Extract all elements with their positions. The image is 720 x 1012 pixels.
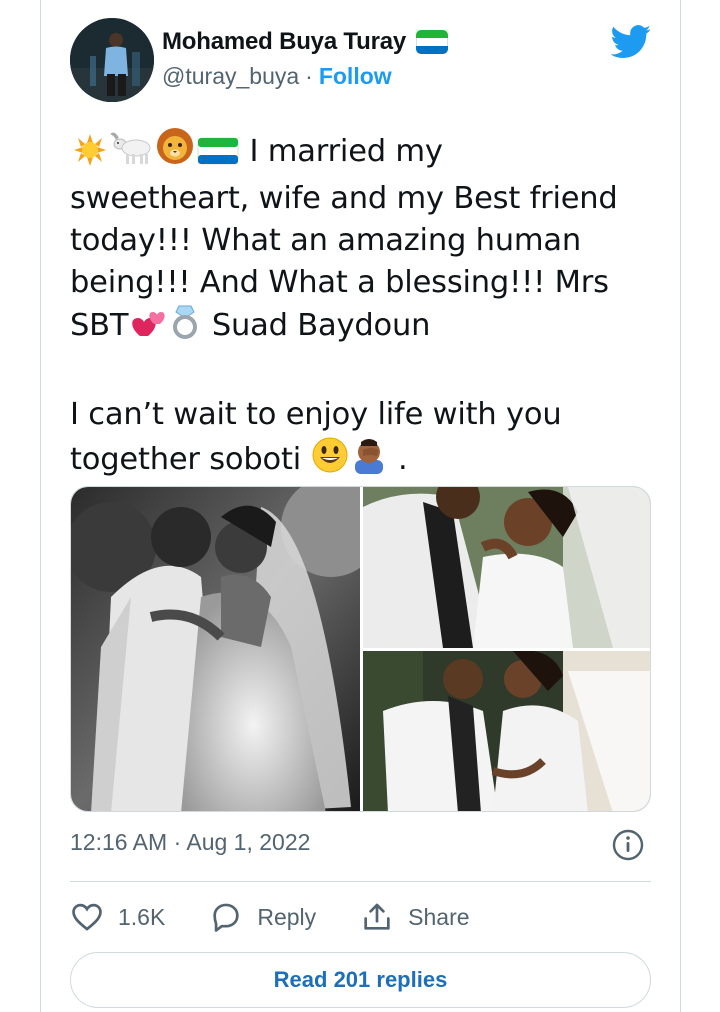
tweet-line-7-prefix: together soboti [70,442,311,477]
two-hearts-emoji [128,308,168,352]
tweet-line-5-suffix: Suad Baydoun [202,308,431,343]
ring-emoji [168,304,202,352]
photo-kiss-outdoor[interactable] [363,651,650,811]
share-button[interactable]: Share [360,900,470,934]
action-bar: 1.6K Reply Share [70,897,514,937]
read-replies-button[interactable]: Read 201 replies [70,952,651,1008]
like-button[interactable]: 1.6K [70,900,165,934]
goat-emoji [110,130,154,178]
reply-button[interactable]: Reply [209,900,316,934]
smiley-emoji [311,436,349,486]
photo-kiss-closeup[interactable] [363,487,650,648]
tweet-line-7-suffix: . [388,442,408,477]
heart-icon [72,903,102,931]
twitter-bird-icon[interactable] [610,25,652,59]
share-icon [364,903,390,930]
user-name-row[interactable]: Mohamed Buya Turay [162,28,449,56]
reply-icon [213,903,240,932]
photo-couple-embrace[interactable] [71,487,360,811]
tweet-line-1: I married my [240,134,443,169]
display-name[interactable]: Mohamed Buya Turay [162,28,406,56]
separator-dot: · [305,63,313,89]
tweet-text: I married my sweetheart, wife and my Bes… [70,126,650,486]
tweet-line-4: being!!! And What a blessing!!! Mrs [70,265,609,300]
facepalm-emoji [349,436,389,486]
handle-row: @turay_buya · Follow [162,63,392,90]
tweet-line-6: I can’t wait to enjoy life with you [70,397,562,432]
like-count: 1.6K [118,903,166,930]
user-handle[interactable]: @turay_buya [162,63,299,90]
tweet-timestamp[interactable]: 12:16 AM · Aug 1, 2022 [70,829,310,856]
tweet-line-2: sweetheart, wife and my Best friend [70,181,618,216]
avatar[interactable] [70,18,154,102]
reply-label: Reply [257,903,317,930]
tweet-line-5-prefix: SBT [70,308,129,343]
info-icon[interactable] [612,829,644,861]
tweet-line-3: today!!! What an amazing human [70,223,581,258]
divider [70,881,651,882]
sierra-leone-flag-emoji [196,136,240,178]
lion-emoji [154,126,196,178]
sierra-leone-flag-icon [416,30,449,54]
follow-button[interactable]: Follow [319,63,392,90]
sun-emoji [70,134,110,178]
media-grid [70,486,651,812]
share-label: Share [408,903,470,930]
